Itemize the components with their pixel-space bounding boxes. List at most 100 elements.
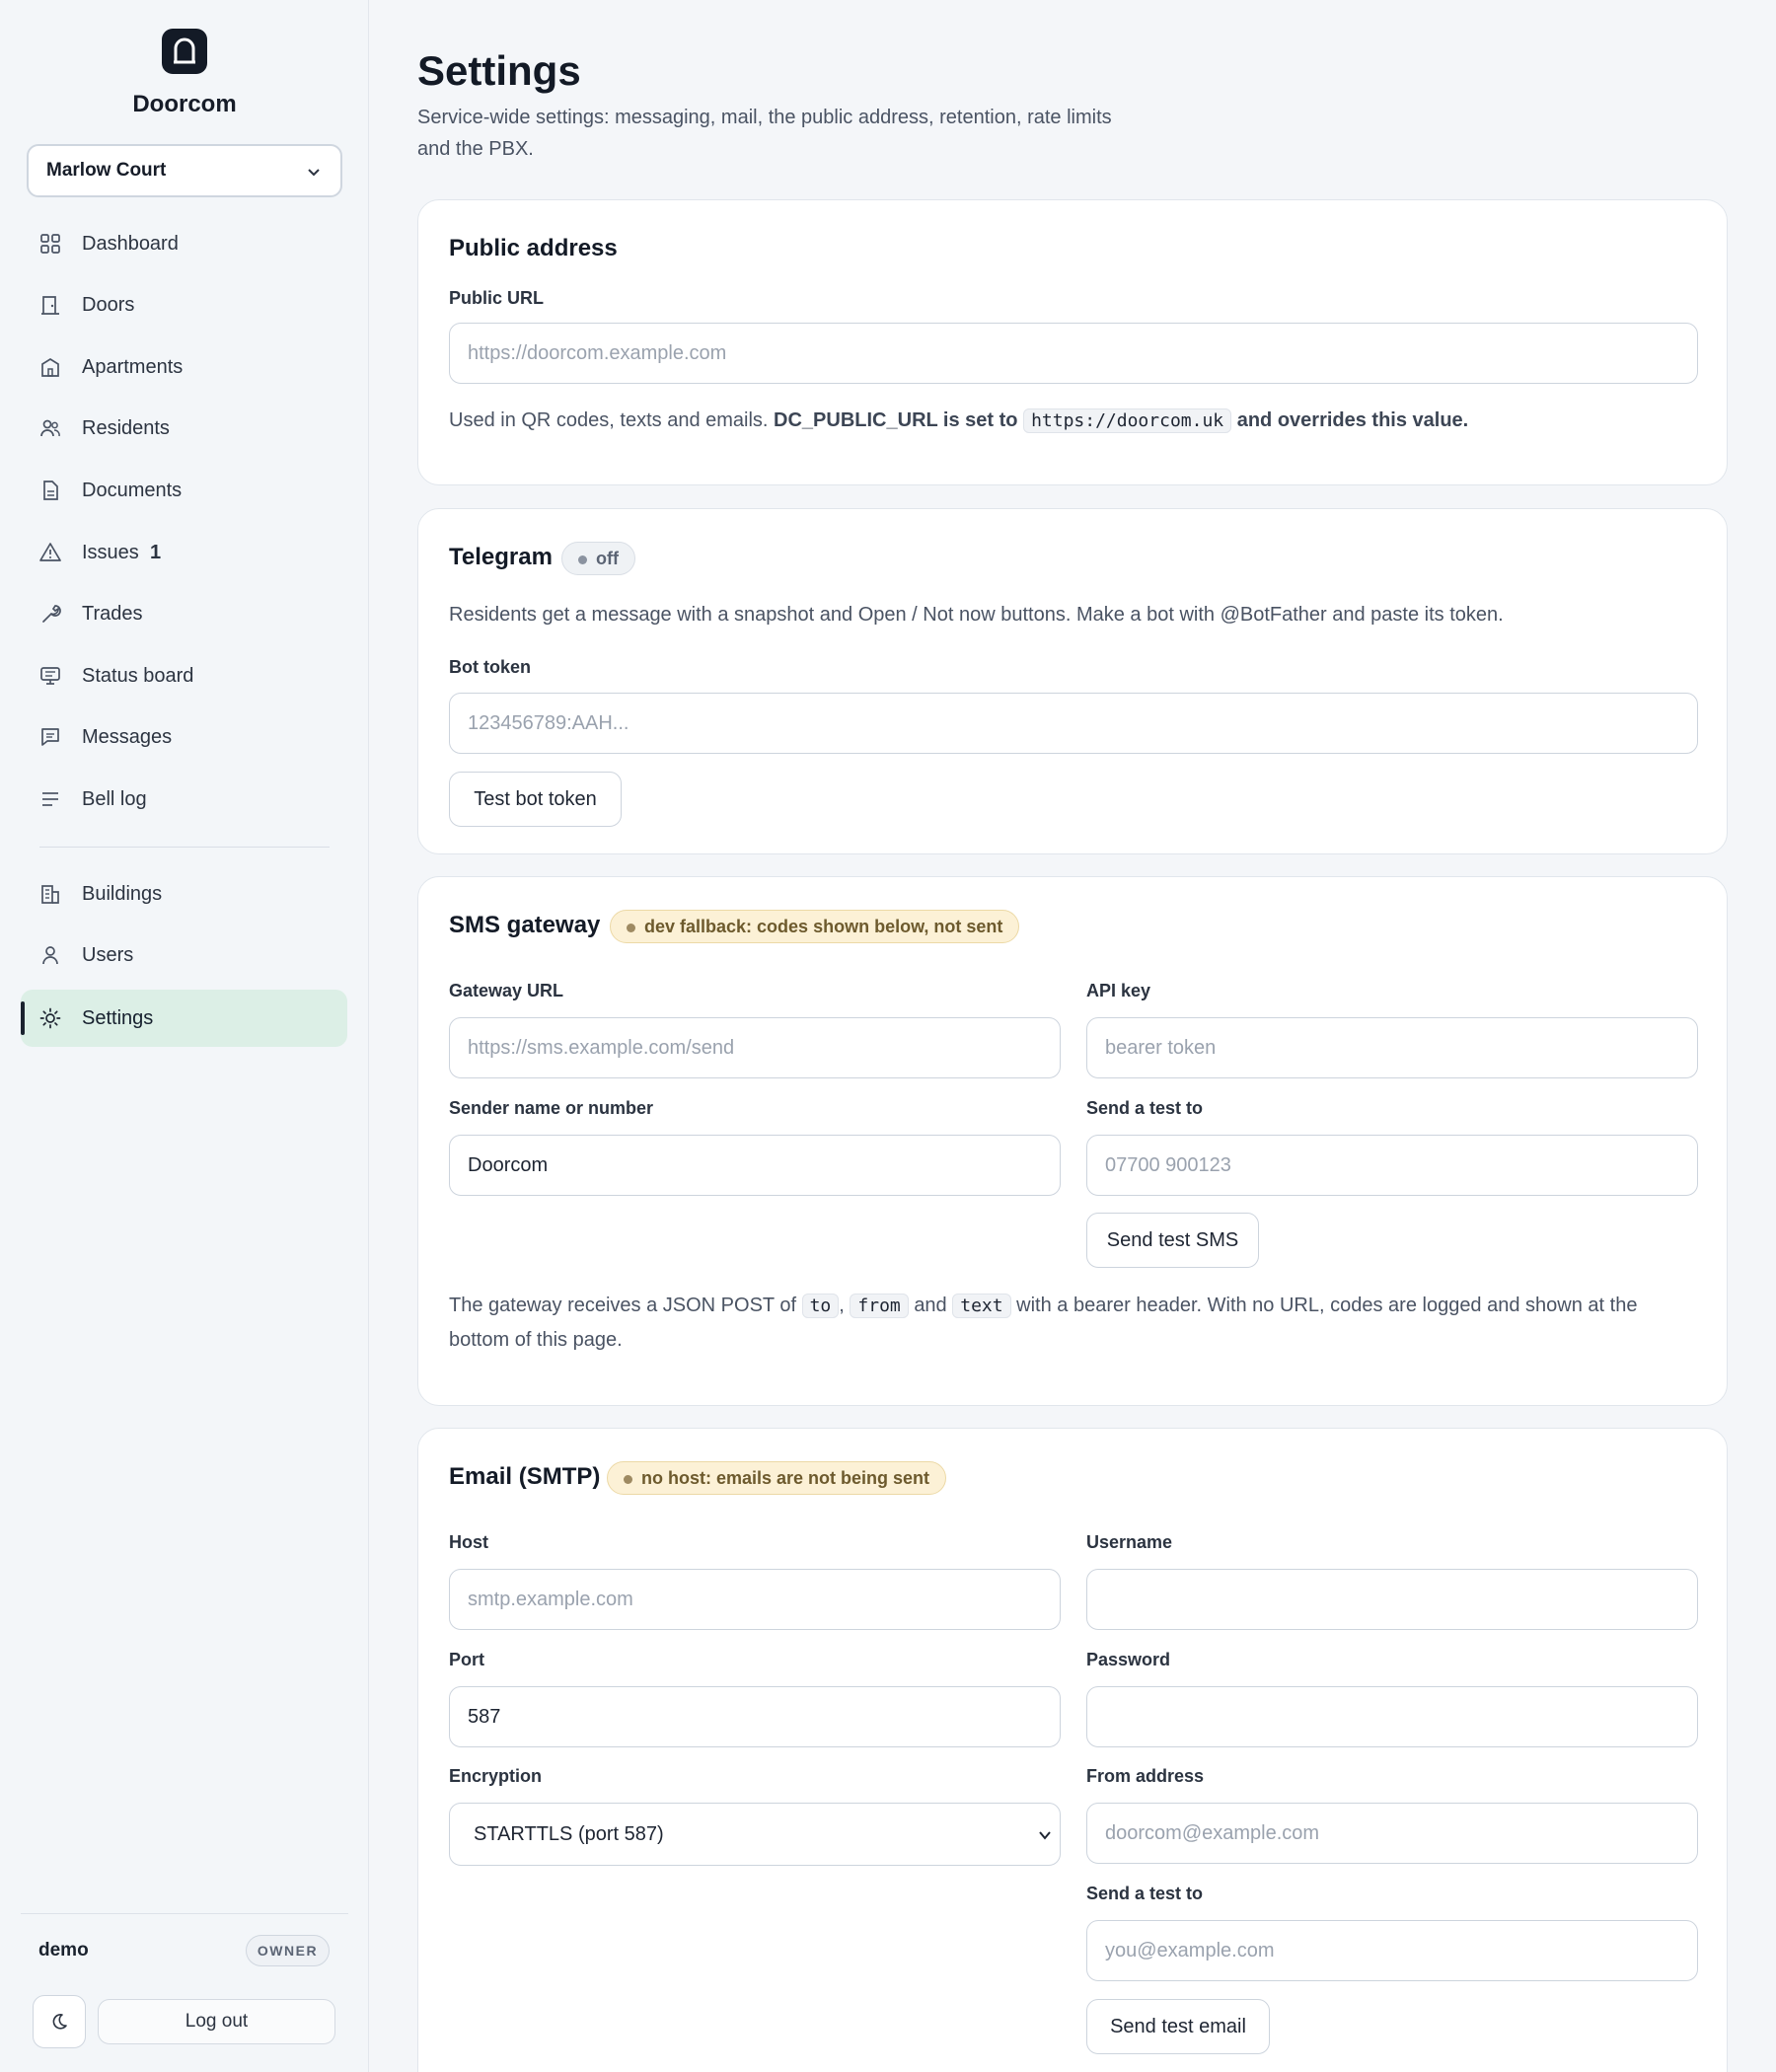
password-label: Password [1086,1650,1171,1669]
nav-label: Documents [82,480,183,501]
nav-item-bell-log[interactable]: Bell log [21,771,347,828]
card-title: SMS gateway [449,912,601,938]
role-badge: OWNER [246,1935,330,1966]
telegram-card: Telegram off Residents get a message wit… [417,508,1728,854]
username-label: Username [1086,1532,1173,1552]
encryption-select-value: STARTTLS (port 587) [474,1822,664,1845]
dashboard-grid-icon [40,234,60,254]
building-select-value: Marlow Court [46,160,167,181]
test-bot-token-button[interactable]: Test bot token [449,772,622,827]
people-icon [40,419,60,437]
card-title: Telegram [449,544,553,570]
code-text: text [952,1294,1011,1318]
chat-icon [41,728,59,746]
send-test-email-button[interactable]: Send test email [1086,1999,1270,2054]
public-url-input[interactable] [449,323,1698,384]
port-input[interactable] [449,1686,1061,1747]
sms-gateway-card: SMS gateway dev fallback: codes shown be… [417,876,1728,1406]
nav-item-trades[interactable]: Trades [21,585,347,642]
api-key-label: API key [1086,981,1151,1000]
encryption-select[interactable]: STARTTLS (port 587) [449,1803,1061,1866]
nav-item-apartments[interactable]: Apartments [21,338,347,396]
telegram-description: Residents get a message with a snapshot … [449,604,1504,626]
override-note: and overrides this value. [1236,409,1469,431]
nav-label: Settings [82,1007,154,1029]
nav-item-documents[interactable]: Documents [21,462,347,519]
sun-gear-icon [39,1007,61,1029]
help-text: The gateway receives a JSON POST of [449,1295,797,1316]
gateway-url-label: Gateway URL [449,981,564,1000]
moon-icon [52,2014,67,2030]
building-select[interactable]: Marlow Court [27,144,342,197]
password-input[interactable] [1086,1686,1698,1747]
public-address-card: Public address Public URL Used in QR cod… [417,199,1728,485]
nav-label: Issues [82,542,139,563]
door-icon [41,296,59,315]
from-address-input[interactable] [1086,1803,1698,1864]
status-badge: no host: emails are not being sent [607,1461,947,1495]
help-comma: , [839,1295,845,1316]
from-address-label: From address [1086,1766,1205,1786]
sender-label: Sender name or number [449,1098,654,1118]
card-title: Email (SMTP) [449,1463,601,1490]
nav-item-doors[interactable]: Doors [21,276,347,333]
host-input[interactable] [449,1569,1061,1630]
page-title: Settings [417,47,581,94]
status-badge: off [561,542,635,575]
warning-triangle-icon [39,543,61,561]
sidebar-footer-divider [21,1913,348,1914]
host-label: Host [449,1532,488,1552]
issues-count-badge: 1 [150,542,162,563]
email-test-to-input[interactable] [1086,1920,1698,1981]
help-text: Used in QR codes, texts and emails. [449,409,769,431]
bot-token-label: Bot token [449,657,531,677]
sms-test-to-label: Send a test to [1086,1098,1204,1118]
chevron-down-icon [1039,1831,1051,1840]
nav-label: Users [82,944,134,966]
nav-item-issues[interactable]: Issues 1 [21,524,347,581]
nav-item-residents[interactable]: Residents [21,400,347,457]
help-and: and [914,1295,947,1316]
status-badge: dev fallback: codes shown below, not sen… [610,910,1020,943]
theme-toggle-button[interactable] [33,1995,86,2048]
email-test-to-label: Send a test to [1086,1884,1204,1903]
username-input[interactable] [1086,1569,1698,1630]
page-subtitle: Service-wide settings: messaging, mail, … [417,107,1112,160]
nav-label: Doors [82,294,135,316]
bot-token-input[interactable] [449,693,1698,754]
nav-item-settings[interactable]: Settings [21,990,347,1047]
user-name: demo [38,1940,89,1961]
sidebar: Doorcom Marlow Court Dashboard Doors Apa… [0,0,369,2072]
monitor-icon [40,667,60,685]
email-smtp-card: Email (SMTP) no host: emails are not bei… [417,1428,1728,2072]
code-to: to [801,1294,840,1318]
sender-input[interactable] [449,1135,1061,1196]
sms-test-to-input[interactable] [1086,1135,1698,1196]
nav-label: Trades [82,603,143,625]
send-test-sms-button[interactable]: Send test SMS [1086,1213,1259,1268]
public-url-help: Used in QR codes, texts and emails. DC_P… [449,404,1468,438]
nav-label: Residents [82,417,170,439]
encryption-label: Encryption [449,1766,543,1786]
buildings-icon [41,885,59,904]
wrench-icon [42,605,61,623]
nav-label: Buildings [82,883,163,905]
api-key-input[interactable] [1086,1017,1698,1078]
doorcom-logo-icon [162,29,207,74]
nav-item-dashboard[interactable]: Dashboard [21,215,347,272]
nav-item-buildings[interactable]: Buildings [21,865,347,923]
nav-label: Messages [82,726,173,748]
list-lines-icon [42,792,58,806]
nav-item-status-board[interactable]: Status board [21,647,347,704]
sms-help: The gateway receives a JSON POST of to, … [449,1289,1702,1357]
chevron-down-icon [308,169,320,177]
nav-item-users[interactable]: Users [21,926,347,984]
nav-item-messages[interactable]: Messages [21,708,347,766]
gateway-url-input[interactable] [449,1017,1061,1078]
code-from: from [850,1294,909,1318]
nav-label: Bell log [82,788,147,810]
logout-button[interactable]: Log out [98,1999,335,2044]
public-url-label: Public URL [449,288,545,308]
env-var-note: DC_PUBLIC_URL is set to [774,409,1018,431]
nav-label: Status board [82,665,194,687]
